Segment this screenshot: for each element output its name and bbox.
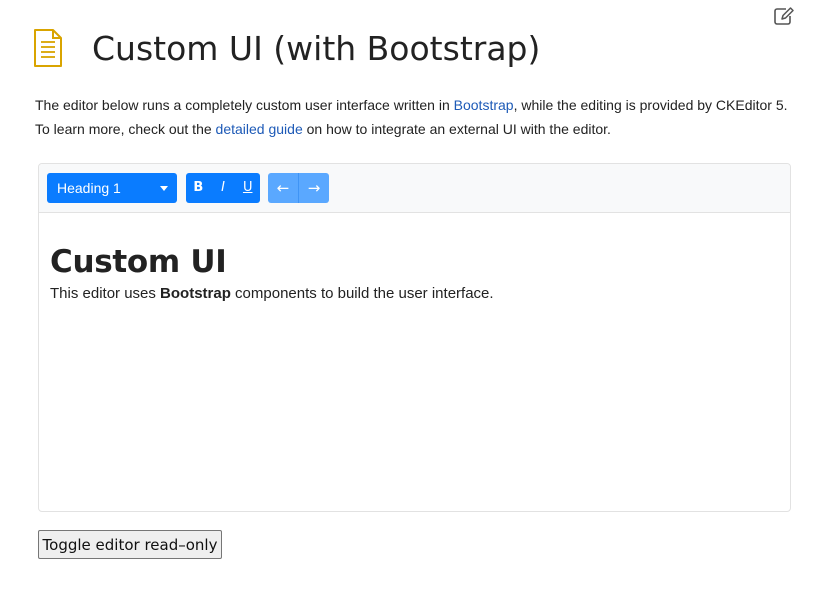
italic-button[interactable]: I	[211, 173, 236, 203]
editor-content[interactable]: Custom UI This editor uses Bootstrap com…	[50, 242, 770, 306]
format-button-group: B I U	[186, 173, 261, 203]
intro-line-2-text: To learn more, check out the	[35, 121, 216, 137]
editor: Heading 1 B I U ← → Custom UI This edito…	[38, 163, 791, 512]
content-heading[interactable]: Custom UI	[50, 242, 770, 282]
bold-button[interactable]: B	[186, 173, 211, 203]
chevron-down-icon	[160, 186, 168, 191]
content-paragraph-tail: components to build the user interface.	[230, 285, 494, 302]
bootstrap-link[interactable]: Bootstrap	[454, 97, 514, 113]
intro-line-2-tail: on how to integrate an external UI with …	[302, 121, 611, 137]
page-title: Custom UI (with Bootstrap)	[92, 29, 541, 68]
edit-icon[interactable]	[773, 6, 795, 26]
history-button-group: ← →	[268, 173, 329, 203]
underline-button[interactable]: U	[235, 173, 260, 203]
content-bold-text: Bootstrap	[160, 285, 231, 302]
intro-text: The editor below runs a completely custo…	[35, 93, 805, 141]
toggle-read-only-button[interactable]: Toggle editor read–only	[38, 530, 222, 559]
redo-button[interactable]: →	[298, 173, 329, 203]
undo-button[interactable]: ←	[268, 173, 298, 203]
content-paragraph[interactable]: This editor uses Bootstrap components to…	[50, 282, 770, 306]
intro-line-1-text: The editor below runs a completely custo…	[35, 97, 454, 113]
detailed-guide-link[interactable]: detailed guide	[216, 121, 303, 137]
content-paragraph-text: This editor uses	[50, 285, 161, 302]
heading-dropdown-value: Heading 1	[57, 180, 121, 196]
intro-line-1-tail: , while the editing is provided by CKEdi…	[513, 97, 788, 113]
intro-line-1: The editor below runs a completely custo…	[35, 93, 805, 117]
heading-dropdown[interactable]: Heading 1	[47, 173, 177, 203]
document-icon	[33, 28, 63, 68]
intro-line-2: To learn more, check out the detailed gu…	[35, 117, 805, 141]
editor-toolbar: Heading 1 B I U ← →	[39, 164, 790, 213]
